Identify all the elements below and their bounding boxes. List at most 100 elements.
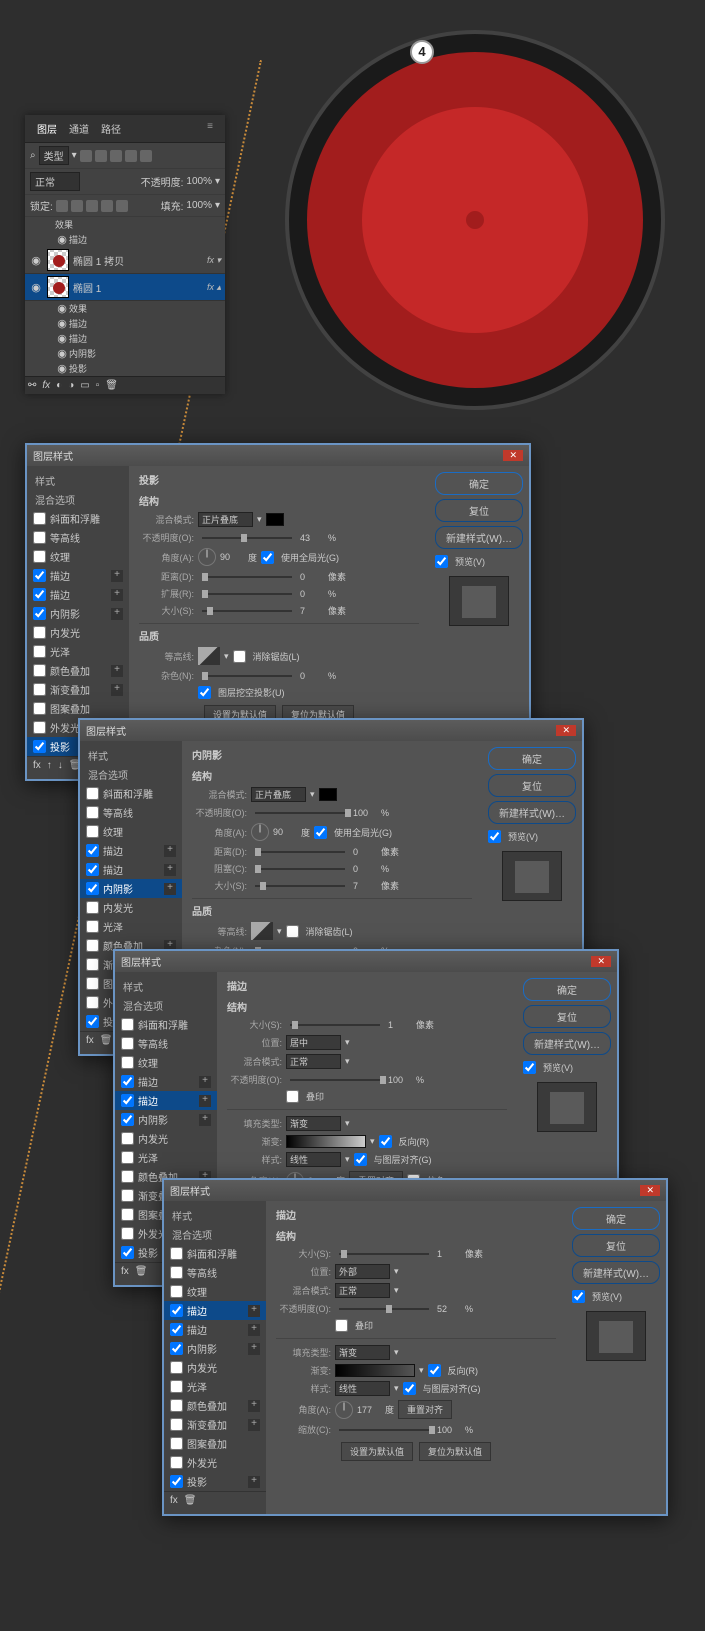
newstyle-button[interactable]: 新建样式(W)… bbox=[523, 1032, 611, 1055]
side-patt-overlay[interactable]: 图案叠加 bbox=[164, 1434, 266, 1453]
side-stroke2[interactable]: 描边+ bbox=[164, 1320, 266, 1339]
tab-channels[interactable]: 通道 bbox=[63, 119, 95, 138]
blendmode-select[interactable]: 正片叠底 bbox=[251, 787, 306, 802]
position-select[interactable]: 外部 bbox=[335, 1264, 390, 1279]
layer-ellipse-copy[interactable]: ◉ 椭圆 1 拷贝 fx ▾ bbox=[25, 247, 225, 274]
kind-select[interactable]: 类型 bbox=[39, 146, 69, 165]
fx-menu-icon[interactable]: fx bbox=[86, 1035, 94, 1046]
gradient-picker[interactable] bbox=[286, 1135, 366, 1148]
side-contour[interactable]: 等高线 bbox=[115, 1034, 217, 1053]
reverse-check[interactable] bbox=[379, 1135, 392, 1148]
ok-button[interactable]: 确定 bbox=[572, 1207, 660, 1230]
blendmode-select[interactable]: 正常 bbox=[335, 1283, 390, 1298]
lock-all-icon[interactable] bbox=[116, 200, 128, 212]
preview-check[interactable] bbox=[488, 830, 501, 843]
trash-icon[interactable]: 🗑 bbox=[100, 1035, 113, 1046]
side-stroke[interactable]: 描边+ bbox=[27, 566, 129, 585]
side-inner-shadow[interactable]: 内阴影+ bbox=[115, 1110, 217, 1129]
color-swatch[interactable] bbox=[319, 788, 337, 801]
gradient-picker[interactable] bbox=[335, 1364, 415, 1377]
tab-layers[interactable]: 图层 bbox=[31, 119, 63, 138]
contour-picker[interactable] bbox=[251, 922, 273, 940]
fx-stroke-top[interactable]: ◉描边 bbox=[25, 232, 225, 247]
lock-trans-icon[interactable] bbox=[56, 200, 68, 212]
angle-dial[interactable] bbox=[335, 1401, 353, 1419]
tab-paths[interactable]: 路径 bbox=[95, 119, 127, 138]
ok-button[interactable]: 确定 bbox=[488, 747, 576, 770]
blendmode-select[interactable]: 正片叠底 bbox=[198, 512, 253, 527]
globallight-check[interactable] bbox=[314, 826, 327, 839]
side-texture[interactable]: 纹理 bbox=[27, 547, 129, 566]
opacity-slider[interactable] bbox=[202, 537, 292, 539]
preview-check[interactable] bbox=[572, 1290, 585, 1303]
side-inner-glow[interactable]: 内发光 bbox=[164, 1358, 266, 1377]
resetdefault-button[interactable]: 复位为默认值 bbox=[419, 1442, 491, 1461]
side-stroke[interactable]: 描边+ bbox=[164, 1301, 266, 1320]
side-inner-glow[interactable]: 内发光 bbox=[80, 898, 182, 917]
knockout-check[interactable] bbox=[198, 686, 211, 699]
angle-dial[interactable] bbox=[198, 548, 216, 566]
side-satin[interactable]: 光泽 bbox=[80, 917, 182, 936]
side-color-overlay[interactable]: 颜色叠加+ bbox=[27, 661, 129, 680]
blend-select[interactable]: 正常 bbox=[30, 172, 80, 191]
preview-check[interactable] bbox=[435, 555, 448, 568]
side-stroke[interactable]: 描边+ bbox=[115, 1072, 217, 1091]
ok-button[interactable]: 确定 bbox=[523, 978, 611, 1001]
choke-slider[interactable] bbox=[255, 868, 345, 870]
adjust-icon[interactable]: ◑ bbox=[68, 380, 74, 391]
dialog-titlebar[interactable]: 图层样式✕ bbox=[27, 445, 529, 466]
filter-type-icon[interactable] bbox=[110, 150, 122, 162]
side-color-overlay[interactable]: 颜色叠加+ bbox=[164, 1396, 266, 1415]
close-icon[interactable]: ✕ bbox=[640, 1185, 660, 1196]
opacity-slider[interactable] bbox=[290, 1079, 380, 1081]
fx-menu-icon[interactable]: fx bbox=[33, 760, 41, 771]
side-grad-overlay[interactable]: 渐变叠加+ bbox=[27, 680, 129, 699]
gradstyle-select[interactable]: 线性 bbox=[335, 1381, 390, 1396]
size-slider[interactable] bbox=[339, 1253, 429, 1255]
side-drop-shadow[interactable]: 投影+ bbox=[164, 1472, 266, 1491]
fx-menu-icon[interactable]: fx bbox=[170, 1495, 178, 1506]
side-satin[interactable]: 光泽 bbox=[115, 1148, 217, 1167]
dialog-titlebar[interactable]: 图层样式✕ bbox=[115, 951, 617, 972]
side-outer-glow[interactable]: 外发光 bbox=[164, 1453, 266, 1472]
newstyle-button[interactable]: 新建样式(W)… bbox=[488, 801, 576, 824]
size-slider[interactable] bbox=[290, 1024, 380, 1026]
layer-ellipse-1[interactable]: ◉ 椭圆 1 fx ▴ bbox=[25, 274, 225, 301]
side-stroke2[interactable]: 描边+ bbox=[80, 860, 182, 879]
angle-dial[interactable] bbox=[251, 823, 269, 841]
panel-menu-icon[interactable]: ≡ bbox=[201, 119, 219, 138]
side-texture[interactable]: 纹理 bbox=[164, 1282, 266, 1301]
newstyle-button[interactable]: 新建样式(W)… bbox=[572, 1261, 660, 1284]
plus-icon[interactable]: + bbox=[111, 589, 123, 601]
side-inner-shadow[interactable]: 内阴影+ bbox=[164, 1339, 266, 1358]
lock-pos-icon[interactable] bbox=[86, 200, 98, 212]
distance-slider[interactable] bbox=[202, 576, 292, 578]
spread-slider[interactable] bbox=[202, 593, 292, 595]
plus-icon[interactable]: + bbox=[111, 608, 123, 620]
overprint-check[interactable] bbox=[286, 1090, 299, 1103]
size-slider[interactable] bbox=[255, 885, 345, 887]
opacity-slider[interactable] bbox=[255, 812, 345, 814]
color-swatch[interactable] bbox=[266, 513, 284, 526]
position-select[interactable]: 居中 bbox=[286, 1035, 341, 1050]
side-bevel[interactable]: 斜面和浮雕 bbox=[80, 784, 182, 803]
filter-smart-icon[interactable] bbox=[140, 150, 152, 162]
size-slider[interactable] bbox=[202, 610, 292, 612]
gradstyle-select[interactable]: 线性 bbox=[286, 1152, 341, 1167]
side-satin[interactable]: 光泽 bbox=[164, 1377, 266, 1396]
trash-icon[interactable]: 🗑 bbox=[135, 1266, 148, 1277]
side-patt-overlay[interactable]: 图案叠加 bbox=[27, 699, 129, 718]
side-stroke2[interactable]: 描边+ bbox=[115, 1091, 217, 1110]
trash-icon[interactable]: 🗑 bbox=[105, 380, 118, 391]
visibility-icon[interactable]: ◉ bbox=[29, 281, 43, 294]
reverse-check[interactable] bbox=[428, 1364, 441, 1377]
fx-link-icon[interactable]: fx ▴ bbox=[207, 282, 221, 293]
filter-adjust-icon[interactable] bbox=[95, 150, 107, 162]
folder-icon[interactable]: ▭ bbox=[80, 380, 89, 391]
side-satin[interactable]: 光泽 bbox=[27, 642, 129, 661]
blendmode-select[interactable]: 正常 bbox=[286, 1054, 341, 1069]
visibility-icon[interactable]: ◉ bbox=[29, 254, 43, 267]
up-icon[interactable]: ↑ bbox=[47, 760, 52, 771]
side-inner-shadow[interactable]: 内阴影+ bbox=[27, 604, 129, 623]
reset-button[interactable]: 复位 bbox=[523, 1005, 611, 1028]
